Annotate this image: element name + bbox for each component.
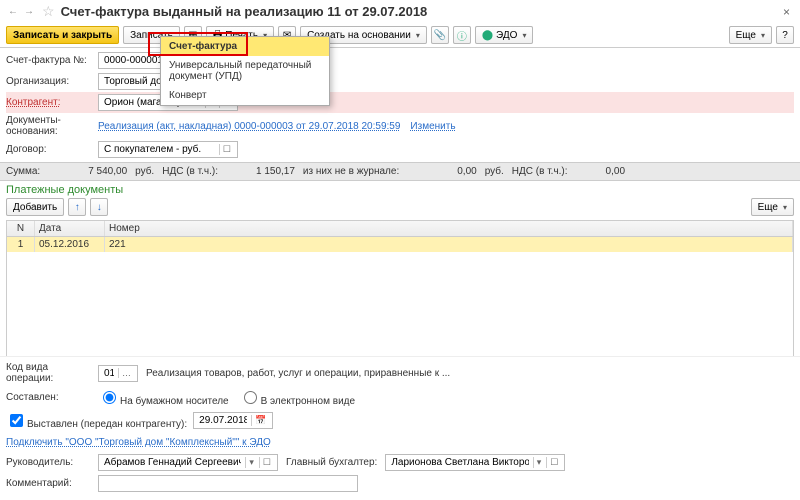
sum-value: 7 540,00 bbox=[88, 166, 127, 177]
edo-button[interactable]: ⬤ЭДО▾ bbox=[475, 26, 534, 44]
op-code-field[interactable]: … bbox=[98, 365, 138, 382]
docs-change-link[interactable]: Изменить bbox=[410, 121, 455, 132]
nav-fwd-icon[interactable]: → bbox=[22, 5, 36, 19]
composed-label: Составлен: bbox=[6, 392, 98, 403]
table-row[interactable]: 1 05.12.2016 221 bbox=[7, 237, 793, 252]
move-down-button[interactable]: ↓ bbox=[90, 198, 108, 216]
menu-item-invoice[interactable]: Счет-фактура bbox=[161, 37, 329, 56]
summary-row: Сумма: 7 540,00 руб. НДС (в т.ч.): 1 150… bbox=[0, 162, 800, 181]
save-close-button[interactable]: Записать и закрыть bbox=[6, 26, 119, 44]
payments-title: Платежные документы bbox=[0, 181, 800, 196]
contract-field[interactable]: ☐ bbox=[98, 141, 238, 158]
notin-label: из них не в журнале: bbox=[303, 166, 399, 177]
payments-table: N Дата Номер 1 05.12.2016 221 bbox=[6, 220, 794, 370]
comment-label: Комментарий: bbox=[6, 478, 98, 489]
col-n[interactable]: N bbox=[7, 221, 35, 236]
docs-label: Документы-основания: bbox=[6, 115, 98, 137]
help-button[interactable]: ? bbox=[776, 26, 794, 44]
print-dropdown: Счет-фактура Универсальный передаточный … bbox=[160, 36, 330, 106]
menu-item-upd[interactable]: Универсальный передаточный документ (УПД… bbox=[161, 56, 329, 86]
payments-more-button[interactable]: Еще▾ bbox=[751, 198, 794, 216]
zero1: 0,00 bbox=[457, 166, 476, 177]
op-text: Реализация товаров, работ, услуг и опера… bbox=[146, 368, 450, 379]
col-num[interactable]: Номер bbox=[105, 221, 793, 236]
more-button[interactable]: Еще▾ bbox=[729, 26, 772, 44]
issued-date-field[interactable]: 📅 bbox=[193, 412, 273, 429]
zero2: 0,00 bbox=[606, 166, 625, 177]
attach-button[interactable]: 📎 bbox=[431, 26, 449, 44]
number-label: Счет-фактура №: bbox=[6, 55, 98, 66]
radio-paper[interactable]: На бумажном носителе bbox=[98, 388, 229, 407]
op-label: Код вида операции: bbox=[6, 362, 98, 384]
nds-value: 1 150,17 bbox=[256, 166, 295, 177]
docs-link[interactable]: Реализация (акт, накладная) 0000-000003 … bbox=[98, 121, 400, 132]
nds-label: НДС (в т.ч.): bbox=[162, 166, 218, 177]
issued-check[interactable]: Выставлен (передан контрагенту): bbox=[6, 411, 187, 430]
info-button[interactable]: ⓘ bbox=[453, 26, 471, 44]
col-date[interactable]: Дата bbox=[35, 221, 105, 236]
nav-back-icon[interactable]: ← bbox=[6, 5, 20, 19]
contract-label: Договор: bbox=[6, 144, 98, 155]
menu-item-envelope[interactable]: Конверт bbox=[161, 86, 329, 105]
comment-field[interactable] bbox=[98, 475, 358, 492]
page-title: Счет-фактура выданный на реализацию 11 о… bbox=[61, 4, 428, 19]
contragent-label: Контрагент: bbox=[6, 97, 98, 108]
manager-label: Руководитель: bbox=[6, 457, 98, 468]
accountant-label: Главный бухгалтер: bbox=[286, 457, 377, 468]
accountant-field[interactable]: ▾☐ bbox=[385, 454, 565, 471]
connect-edo-link[interactable]: Подключить "ООО "Торговый дом "Комплексн… bbox=[6, 437, 271, 448]
move-up-button[interactable]: ↑ bbox=[68, 198, 86, 216]
star-icon[interactable]: ☆ bbox=[42, 3, 55, 20]
add-button[interactable]: Добавить bbox=[6, 198, 64, 216]
manager-field[interactable]: ▾☐ bbox=[98, 454, 278, 471]
main-toolbar: Записать и закрыть Записать ▦ 🖶Печать▾ ✉… bbox=[0, 23, 800, 48]
nds2-label: НДС (в т.ч.): bbox=[512, 166, 568, 177]
org-label: Организация: bbox=[6, 76, 98, 87]
close-icon[interactable]: × bbox=[779, 5, 794, 19]
radio-elec[interactable]: В электронном виде bbox=[239, 388, 355, 407]
sum-label: Сумма: bbox=[6, 166, 40, 177]
